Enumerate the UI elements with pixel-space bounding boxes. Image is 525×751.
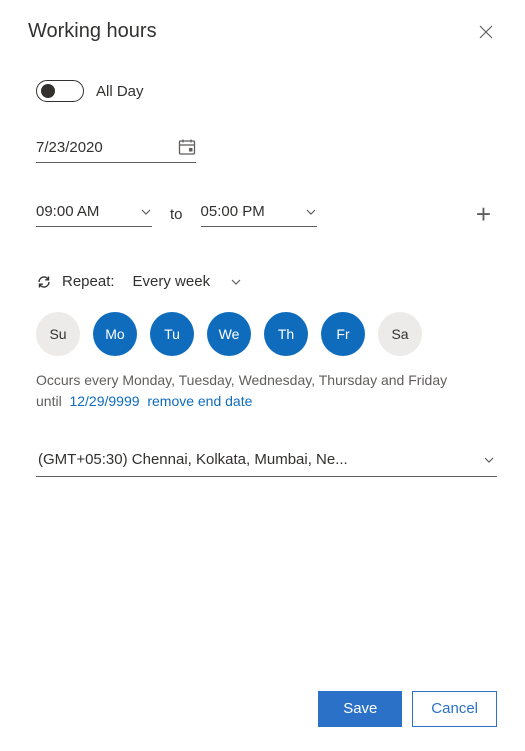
start-time-select[interactable]: 09:00 AM	[36, 201, 152, 227]
all-day-row: All Day	[36, 80, 497, 102]
toggle-knob	[41, 84, 55, 98]
dialog-footer: Save Cancel	[0, 666, 525, 751]
all-day-label: All Day	[96, 83, 144, 100]
day-monday[interactable]: Mo	[93, 312, 137, 356]
date-input[interactable]: 7/23/2020	[36, 138, 196, 163]
dialog-title: Working hours	[28, 20, 157, 43]
day-wednesday[interactable]: We	[207, 312, 251, 356]
dialog-header: Working hours	[0, 0, 525, 53]
until-label: until	[36, 393, 62, 409]
chevron-down-icon	[305, 206, 317, 218]
plus-icon: +	[476, 199, 491, 229]
remove-end-date-link[interactable]: remove end date	[147, 393, 252, 409]
add-time-slot-button[interactable]: +	[470, 199, 497, 229]
time-row: 09:00 AM to 05:00 PM +	[36, 199, 497, 229]
repeat-frequency-select[interactable]: Every week	[131, 269, 245, 294]
end-time-select[interactable]: 05:00 PM	[201, 201, 317, 227]
repeat-value: Every week	[133, 273, 211, 290]
recurrence-summary: Occurs every Monday, Tuesday, Wednesday,…	[36, 370, 497, 391]
timezone-value: (GMT+05:30) Chennai, Kolkata, Mumbai, Ne…	[38, 451, 348, 468]
until-row: until 12/29/9999 remove end date	[36, 393, 497, 409]
repeat-label: Repeat:	[62, 273, 115, 290]
date-value: 7/23/2020	[36, 139, 103, 156]
repeat-row: Repeat: Every week	[36, 269, 497, 294]
timezone-select[interactable]: (GMT+05:30) Chennai, Kolkata, Mumbai, Ne…	[36, 449, 497, 477]
chevron-down-icon	[230, 276, 242, 288]
close-button[interactable]	[475, 21, 497, 43]
all-day-toggle[interactable]	[36, 80, 84, 102]
save-button[interactable]: Save	[318, 691, 402, 727]
weekday-selector: Su Mo Tu We Th Fr Sa	[36, 312, 497, 356]
close-icon	[479, 25, 493, 39]
spacer	[36, 477, 497, 517]
day-tuesday[interactable]: Tu	[150, 312, 194, 356]
cancel-button[interactable]: Cancel	[412, 691, 497, 727]
chevron-down-icon	[140, 206, 152, 218]
day-thursday[interactable]: Th	[264, 312, 308, 356]
to-label: to	[170, 206, 183, 223]
end-date-link[interactable]: 12/29/9999	[69, 393, 139, 409]
dialog-body[interactable]: All Day 7/23/2020 09:00 AM to 05:00 PM +	[0, 70, 525, 666]
recurrence-icon	[36, 274, 52, 290]
end-time-value: 05:00 PM	[201, 203, 265, 220]
calendar-icon[interactable]	[178, 138, 196, 156]
chevron-down-icon	[483, 454, 495, 466]
start-time-value: 09:00 AM	[36, 203, 99, 220]
day-sunday[interactable]: Su	[36, 312, 80, 356]
day-friday[interactable]: Fr	[321, 312, 365, 356]
working-hours-dialog: Working hours All Day 7/23/2020 09:00 AM…	[0, 0, 525, 751]
day-saturday[interactable]: Sa	[378, 312, 422, 356]
